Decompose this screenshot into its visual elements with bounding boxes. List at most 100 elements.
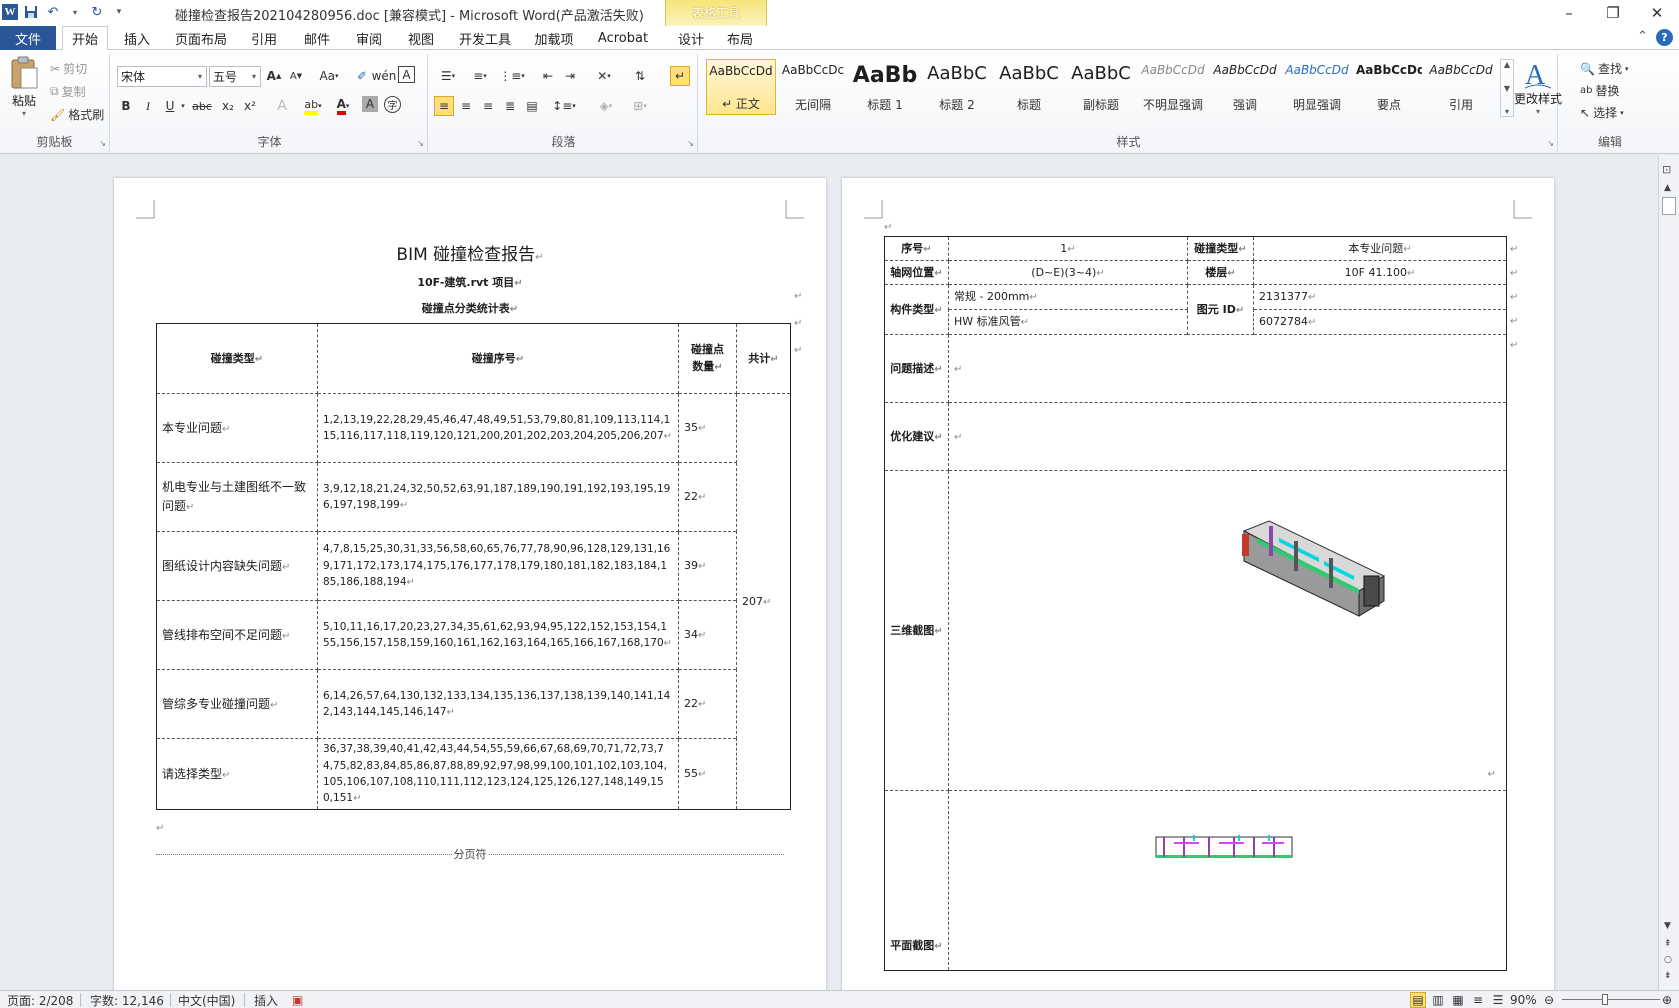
insert-mode[interactable]: 插入	[254, 992, 278, 1008]
borders-icon[interactable]: ⊞ ▾	[626, 96, 654, 116]
tab-view[interactable]: 视图	[398, 26, 444, 50]
value-cell[interactable]: HW 标准风管↵	[948, 309, 1188, 335]
zoom-in-icon[interactable]: ⊕	[1662, 992, 1672, 1008]
grow-font-icon[interactable]: A ▲	[264, 66, 284, 86]
underline-dropdown-icon[interactable]: ▾	[178, 96, 188, 116]
ids-cell[interactable]: 36,37,38,39,40,41,42,43,44,54,55,59,66,6…	[317, 738, 679, 810]
highlight-icon[interactable]: ab ▾	[300, 96, 326, 116]
value-cell[interactable]: 6072784↵	[1253, 309, 1507, 335]
value-cell[interactable]: (D~E)(3~4)↵	[948, 260, 1188, 285]
ids-cell[interactable]: 1,2,13,19,22,28,29,45,46,47,48,49,51,53,…	[317, 393, 679, 463]
plan-screenshot-cell[interactable]	[948, 790, 1507, 971]
numbering-icon[interactable]: ≡ ▾	[466, 66, 494, 86]
scroll-down-icon[interactable]: ▼	[1664, 921, 1671, 931]
ids-cell[interactable]: 6,14,26,57,64,130,132,133,134,135,136,13…	[317, 669, 679, 739]
count-cell[interactable]: 35↵	[678, 393, 737, 463]
reading-layout-icon[interactable]: ▥	[1430, 992, 1446, 1008]
help-icon[interactable]: ?	[1656, 29, 1673, 46]
paragraph-launcher-icon[interactable]: ↘	[687, 139, 694, 148]
redo-icon[interactable]: ↻	[88, 3, 106, 21]
type-cell[interactable]: 管线排布空间不足问题↵	[156, 600, 318, 670]
type-cell[interactable]: 请选择类型↵	[156, 738, 318, 810]
tab-mailings[interactable]: 邮件	[295, 26, 339, 50]
font-name-combo[interactable]: 宋体 ▾	[117, 66, 207, 87]
text-effects-icon[interactable]: A	[272, 96, 292, 116]
italic-button[interactable]: I	[138, 96, 158, 116]
tab-review[interactable]: 审阅	[346, 26, 392, 50]
distributed-icon[interactable]: ▤	[522, 96, 542, 116]
document-page-2[interactable]: ↵ 序号↵ 1↵ 碰撞类型↵ 本专业问题↵ 轴网位置↵ (D~E)(3~4)↵ …	[842, 178, 1554, 990]
count-cell[interactable]: 39↵	[678, 531, 737, 601]
language-indicator[interactable]: 中文(中国)	[178, 992, 235, 1008]
type-cell[interactable]: 机电专业与土建图纸不一致问题↵	[156, 462, 318, 532]
web-layout-icon[interactable]: ▦	[1450, 992, 1466, 1008]
cut-button[interactable]: ✂ 剪切	[50, 60, 87, 77]
count-cell[interactable]: 55↵	[678, 738, 737, 810]
count-cell[interactable]: 34↵	[678, 600, 737, 670]
dropdown-icon[interactable]: ▾	[66, 3, 84, 21]
save-icon[interactable]	[22, 3, 40, 21]
chinese-layout-icon[interactable]: ✕ ▾	[590, 66, 618, 86]
align-right-icon[interactable]: ≡	[478, 96, 498, 116]
align-left-icon[interactable]: ≡	[434, 96, 454, 116]
decrease-indent-icon[interactable]: ⇤	[538, 66, 558, 86]
tab-insert[interactable]: 插入	[112, 26, 162, 50]
type-cell[interactable]: 图纸设计内容缺失问题↵	[156, 531, 318, 601]
minimize-ribbon-icon[interactable]: ⌃	[1637, 29, 1648, 46]
bold-button[interactable]: B	[116, 96, 136, 116]
ids-cell[interactable]: 3,9,12,18,21,24,32,50,52,63,91,187,189,1…	[317, 462, 679, 532]
3d-screenshot-cell[interactable]: ↵	[948, 470, 1507, 791]
count-cell[interactable]: 22↵	[678, 462, 737, 532]
select-button[interactable]: ↖ 选择 ▾	[1580, 104, 1624, 121]
tab-home[interactable]: 开始	[62, 26, 108, 51]
underline-button[interactable]: U	[160, 96, 180, 116]
problem-description-cell[interactable]: ↵	[948, 334, 1507, 403]
optimization-suggestion-cell[interactable]: ↵	[948, 402, 1507, 471]
minimize-button[interactable]: –	[1547, 0, 1591, 26]
change-styles-button[interactable]: A 更改样式 ▾	[1514, 58, 1562, 116]
show-marks-icon[interactable]: ↵	[670, 66, 690, 86]
ids-cell[interactable]: 4,7,8,15,25,30,31,33,56,58,60,65,76,77,7…	[317, 531, 679, 601]
multilevel-list-icon[interactable]: ⋮≡ ▾	[498, 66, 526, 86]
format-painter-button[interactable]: 🖌 格式刷	[50, 106, 104, 123]
total-cell[interactable]: 207↵	[736, 393, 791, 810]
zoom-slider-track[interactable]	[1562, 999, 1660, 1000]
tab-layout[interactable]: 布局	[718, 26, 762, 50]
value-cell[interactable]: 10F 41.100↵	[1253, 260, 1507, 285]
styles-gallery-scroll[interactable]: ▲ ▼ ▾	[1500, 59, 1514, 117]
scroll-up-icon[interactable]: ▲	[1664, 183, 1671, 193]
increase-indent-icon[interactable]: ⇥	[560, 66, 580, 86]
shrink-font-icon[interactable]: A ▼	[286, 66, 306, 86]
tab-developer[interactable]: 开发工具	[452, 26, 518, 50]
style-title[interactable]: AaBbC 标题	[994, 59, 1064, 115]
type-cell[interactable]: 本专业问题↵	[156, 393, 318, 463]
shading-icon[interactable]: ◈ ▾	[592, 96, 620, 116]
undo-icon[interactable]: ↶	[44, 3, 62, 21]
enclose-char-icon[interactable]: 字	[384, 96, 401, 113]
strikethrough-button[interactable]: abc	[190, 96, 214, 116]
word-count[interactable]: 字数: 12,146	[90, 992, 164, 1008]
close-button[interactable]: ✕	[1635, 0, 1679, 26]
font-size-combo[interactable]: 五号 ▾	[209, 66, 261, 87]
value-cell[interactable]: 常规 - 200mm↵	[948, 284, 1188, 310]
paste-button[interactable]: 粘贴 ▾	[6, 56, 42, 124]
subscript-button[interactable]: x₂	[218, 96, 238, 116]
style-heading-1[interactable]: AaBb 标题 1	[850, 59, 920, 115]
next-page-icon[interactable]: ⇟	[1664, 971, 1672, 981]
macro-record-icon[interactable]: ▣	[292, 992, 303, 1008]
previous-page-icon[interactable]: ⇞	[1664, 939, 1672, 949]
tab-file[interactable]: 文件	[0, 26, 56, 50]
style-no-spacing[interactable]: AaBbCcDc 无间隔	[778, 59, 848, 115]
zoom-slider-thumb[interactable]	[1602, 994, 1608, 1005]
value-cell[interactable]: 本专业问题↵	[1253, 236, 1507, 261]
zoom-level[interactable]: 90%	[1510, 992, 1537, 1008]
style-emphasis[interactable]: AaBbCcDd 强调	[1210, 59, 1280, 115]
word-logo-icon[interactable]: W	[2, 4, 18, 20]
outline-view-icon[interactable]: ≡	[1470, 992, 1486, 1008]
style-quote[interactable]: AaBbCcDd 引用	[1426, 59, 1496, 115]
replace-button[interactable]: ab 替换	[1580, 82, 1620, 99]
superscript-button[interactable]: x²	[240, 96, 260, 116]
change-case-icon[interactable]: Aa ▾	[316, 66, 342, 86]
restore-button[interactable]: ❐	[1591, 0, 1635, 26]
page-indicator[interactable]: 页面: 2/208	[7, 992, 73, 1008]
